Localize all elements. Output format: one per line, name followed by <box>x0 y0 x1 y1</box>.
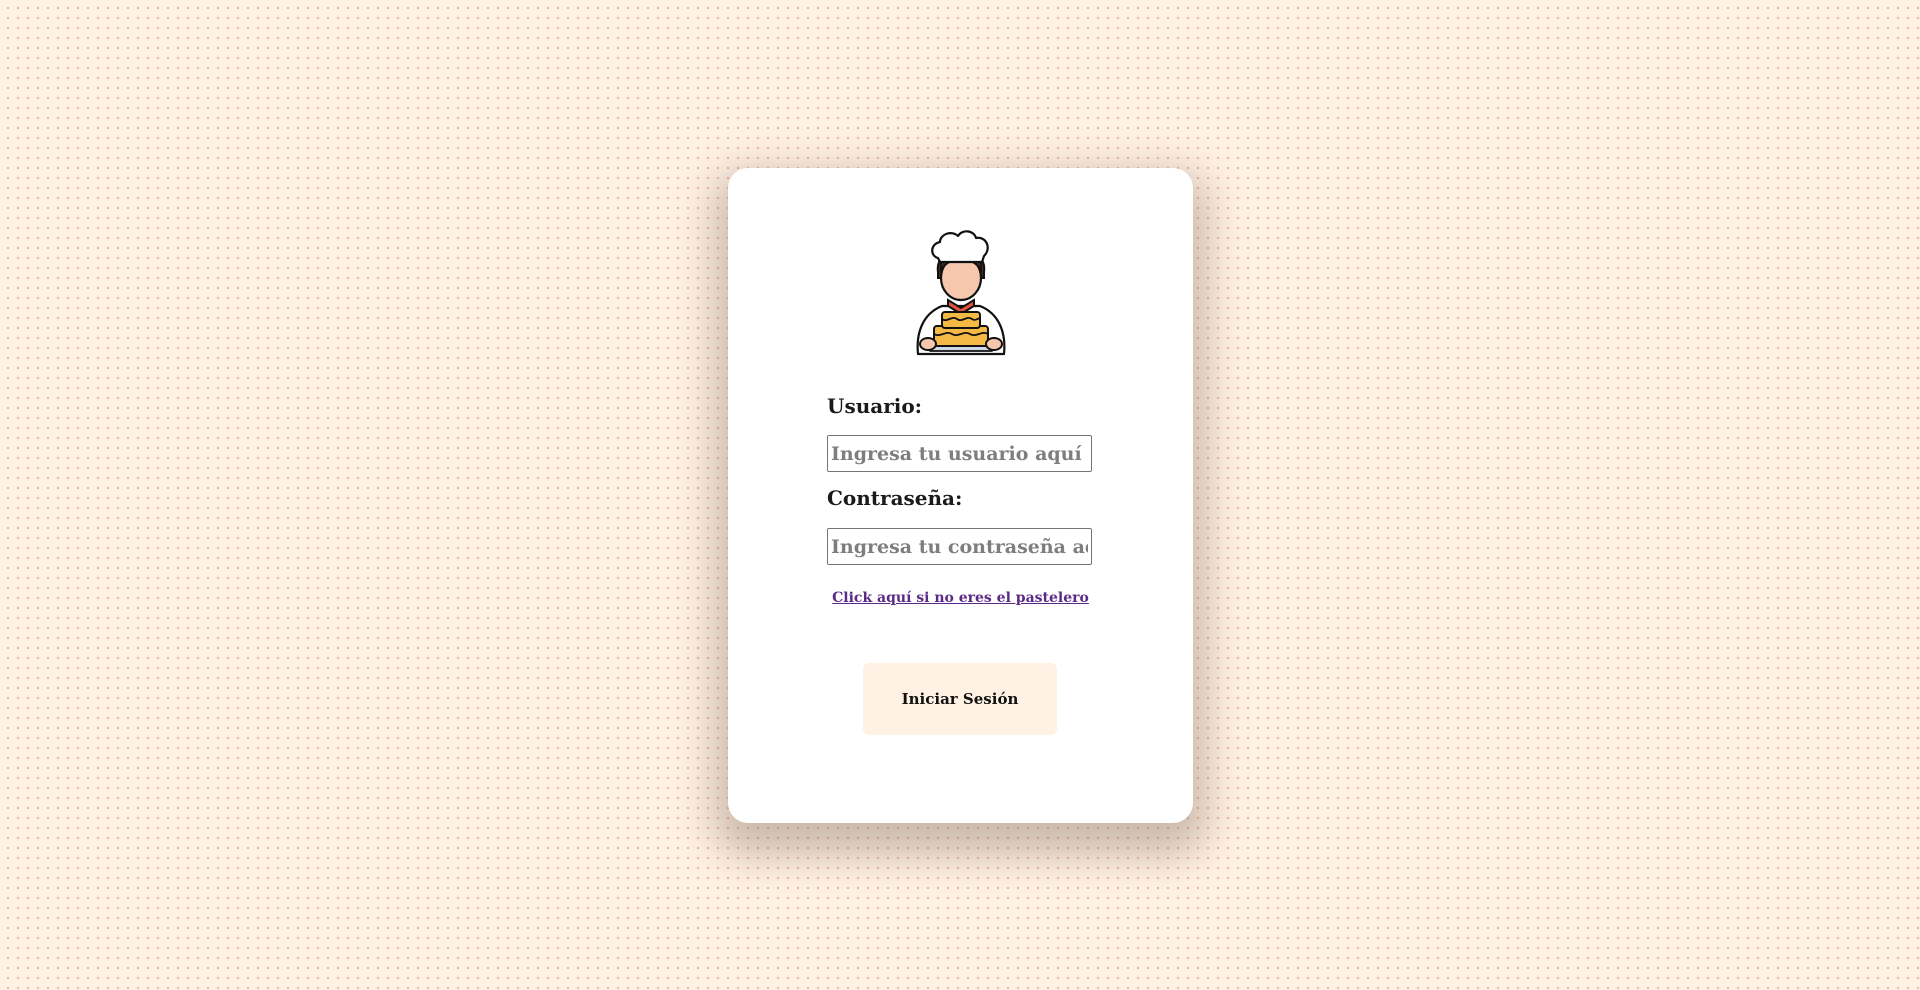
not-baker-link-container: Click aquí si no eres el pastelero <box>728 590 1193 606</box>
chef-holding-cake-icon <box>916 230 1006 356</box>
login-card: Usuario: Contraseña: Click aquí si no er… <box>728 168 1193 823</box>
password-input[interactable] <box>827 528 1092 565</box>
password-label: Contraseña: <box>827 486 963 510</box>
username-input[interactable] <box>827 435 1092 472</box>
username-label: Usuario: <box>827 394 923 418</box>
login-button[interactable]: Iniciar Sesión <box>863 663 1057 735</box>
not-baker-link[interactable]: Click aquí si no eres el pastelero <box>832 590 1089 606</box>
